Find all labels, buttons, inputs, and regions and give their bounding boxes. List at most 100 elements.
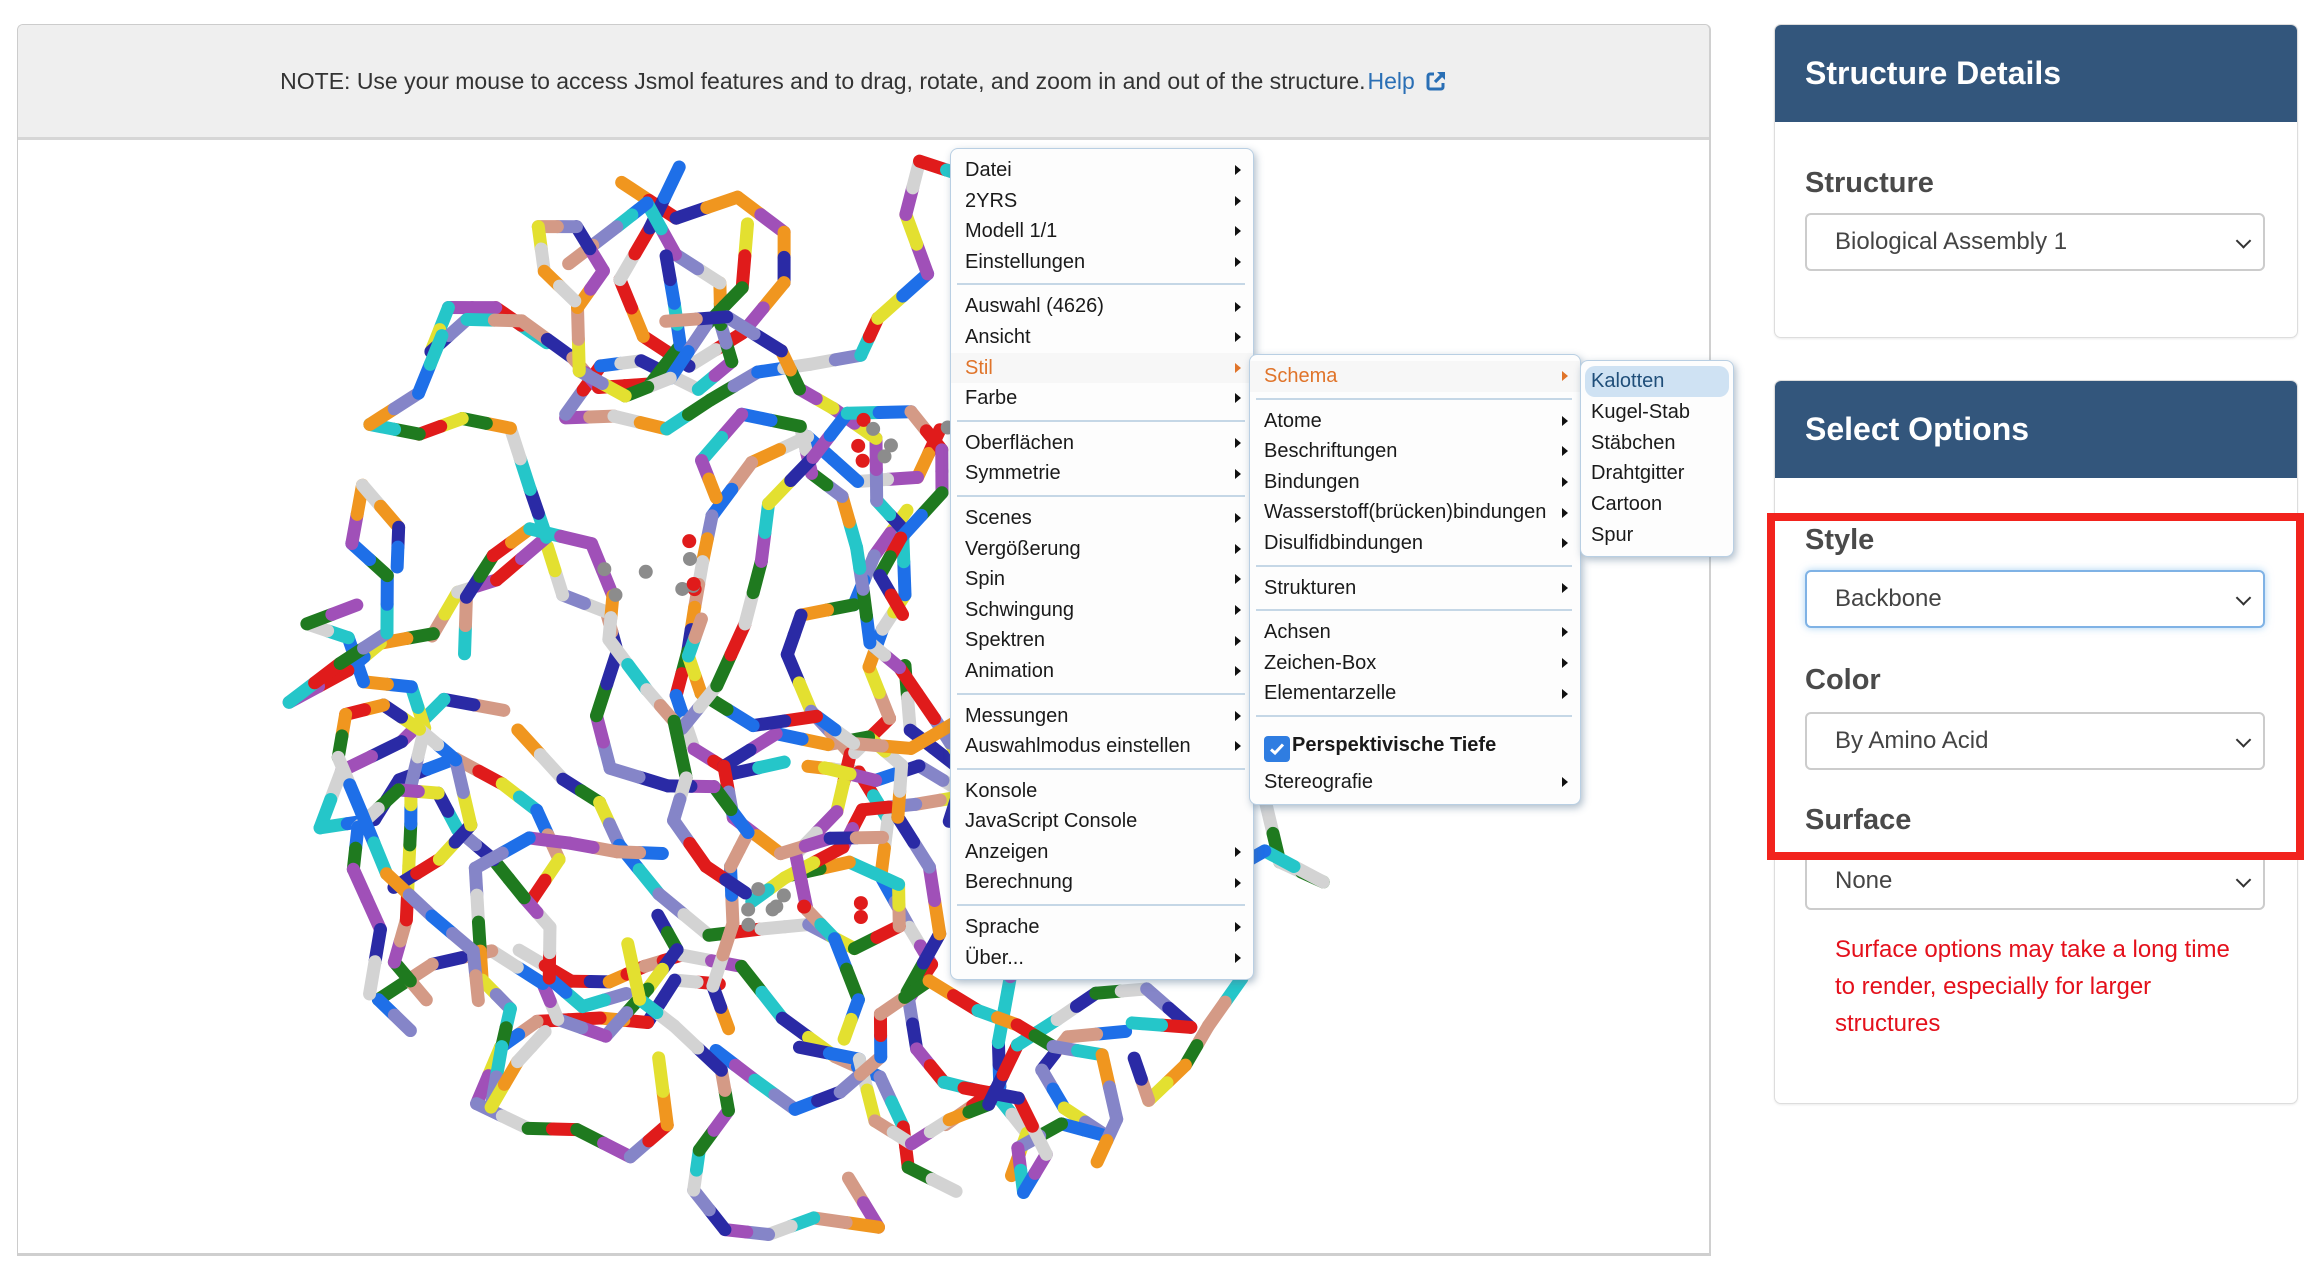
menu-item[interactable]: Über... — [951, 943, 1253, 974]
menu-separator — [1256, 714, 1572, 717]
menu-item[interactable]: Konsole — [951, 776, 1253, 807]
menu-item[interactable]: Anzeigen — [951, 837, 1253, 868]
backbone-segment — [702, 472, 723, 505]
menu-item[interactable]: Schwingung — [951, 595, 1253, 626]
menu-item-label: Symmetrie — [965, 462, 1061, 485]
submenu-arrow-icon — [1235, 438, 1241, 449]
menu-separator — [957, 283, 1245, 286]
schema-submenu[interactable]: Kalotten Kugel-Stab Stäbchen Drahtgitter Car… — [1580, 360, 1734, 557]
menu-item[interactable]: Vergößerung — [951, 534, 1253, 565]
note-text: NOTE: Use your mouse to access Jsmol fea… — [280, 67, 1366, 94]
submenu-arrow-icon — [1235, 847, 1241, 858]
help-link[interactable]: Help — [1368, 68, 1415, 95]
menu-item-label: Disulfidbindungen — [1264, 531, 1424, 554]
stil-submenu[interactable]: Schema Atome Beschriftungen Bindungen Wasser… — [1249, 354, 1581, 805]
structure-select[interactable]: Biological Assembly 1 — [1805, 213, 2265, 271]
backbone-segment — [1127, 1051, 1148, 1086]
menu-separator — [957, 767, 1245, 770]
menu-item-label: Vergößerung — [965, 537, 1081, 560]
backbone-segment — [1125, 1016, 1168, 1032]
menu-item[interactable]: Beschriftungen — [1250, 436, 1580, 467]
menu-item-label: Elementarzelle — [1264, 682, 1397, 705]
checkbox-checked-icon[interactable] — [1264, 735, 1290, 762]
menu-item[interactable]: Scenes — [951, 503, 1253, 534]
menu-item-label: Kalotten — [1591, 370, 1665, 392]
menu-item[interactable]: Berechnung — [951, 867, 1253, 898]
color-select[interactable]: By Amino Acid — [1805, 712, 2265, 770]
menu-item[interactable]: Perspektivische Tiefe — [1250, 723, 1580, 767]
submenu-arrow-icon — [1562, 446, 1568, 457]
menu-item[interactable]: 2YRS — [951, 186, 1253, 217]
menu-item[interactable]: Stereografie — [1250, 767, 1580, 798]
external-link-icon[interactable] — [1425, 70, 1447, 92]
menu-item[interactable]: Kalotten — [1585, 366, 1729, 397]
menu-separator — [957, 904, 1245, 907]
ligand-atom — [597, 562, 612, 577]
menu-item-label: Spur — [1591, 523, 1634, 546]
backbone-segment — [553, 279, 582, 308]
ligand-atom — [883, 438, 898, 453]
structure-label: Structure — [1805, 167, 1934, 199]
menu-item[interactable]: Drahtgitter — [1581, 458, 1733, 489]
submenu-arrow-icon — [1235, 922, 1241, 933]
submenu-arrow-icon — [1235, 952, 1241, 963]
surface-select[interactable]: None — [1805, 852, 2265, 910]
menu-item[interactable]: Bindungen — [1250, 467, 1580, 498]
menu-item[interactable]: Spur — [1581, 520, 1733, 551]
ligand-atom — [741, 917, 756, 932]
menu-item[interactable]: Auswahlmodus einstellen — [951, 731, 1253, 762]
menu-item[interactable]: Achsen — [1250, 617, 1580, 648]
ligand-atom — [751, 882, 766, 897]
menu-item[interactable]: Einstellungen — [951, 247, 1253, 278]
submenu-arrow-icon — [1235, 301, 1241, 312]
menu-item[interactable]: Spin — [951, 564, 1253, 595]
menu-item[interactable]: Disulfidbindungen — [1250, 528, 1580, 559]
menu-item[interactable]: Farbe — [951, 383, 1253, 414]
menu-item[interactable]: Wasserstoff(brücken)bindungen — [1250, 497, 1580, 528]
menu-item[interactable]: Sprache — [951, 912, 1253, 943]
submenu-arrow-icon — [1235, 574, 1241, 585]
menu-item[interactable]: Stäbchen — [1581, 428, 1733, 459]
ligand-atom — [851, 438, 866, 453]
menu-item[interactable]: Animation — [951, 656, 1253, 687]
menu-item[interactable]: Cartoon — [1581, 489, 1733, 520]
ligand-atom — [682, 534, 697, 549]
ligand-atom — [682, 551, 697, 566]
structure-select-value: Biological Assembly 1 — [1835, 228, 2068, 255]
menu-item[interactable]: Symmetrie — [951, 458, 1253, 489]
menu-item-label: Oberflächen — [965, 431, 1074, 454]
submenu-arrow-icon — [1562, 477, 1568, 488]
menu-item[interactable]: Modell 1/1 — [951, 216, 1253, 247]
backbone-segment — [325, 598, 364, 621]
menu-item[interactable]: Atome — [1250, 406, 1580, 437]
menu-item-label: Animation — [965, 659, 1054, 682]
menu-item[interactable]: JavaScript Console — [951, 806, 1253, 837]
menu-item[interactable]: Spektren — [951, 625, 1253, 656]
style-select[interactable]: Backbone — [1805, 570, 2265, 628]
select-options-panel: Select Options Style Backbone Color By A… — [1774, 380, 2298, 1104]
menu-item[interactable]: Datei — [951, 155, 1253, 186]
submenu-arrow-icon — [1235, 543, 1241, 554]
menu-item-label: JavaScript Console — [965, 810, 1138, 833]
menu-item[interactable]: Ansicht — [951, 322, 1253, 353]
menu-item[interactable]: Strukturen — [1250, 573, 1580, 604]
menu-item[interactable]: Stil — [951, 352, 1253, 384]
style-label: Style — [1805, 524, 1875, 556]
menu-item[interactable]: Zeichen-Box — [1250, 648, 1580, 679]
menu-item[interactable]: Schema — [1250, 361, 1580, 392]
menu-item[interactable]: Messungen — [951, 701, 1253, 732]
menu-item[interactable]: Elementarzelle — [1250, 678, 1580, 709]
menu-item-label: Stereografie — [1264, 770, 1373, 793]
submenu-arrow-icon — [1562, 582, 1568, 593]
menu-item[interactable]: Oberflächen — [951, 428, 1253, 459]
submenu-arrow-icon — [1235, 635, 1241, 646]
menu-item[interactable]: Auswahl (4626) — [951, 291, 1253, 322]
chevron-down-icon — [2235, 233, 2252, 249]
backbone-segment — [837, 1012, 858, 1046]
menu-item[interactable]: Kugel-Stab — [1581, 397, 1733, 428]
jsmol-context-menu[interactable]: Datei 2YRS Modell 1/1 Einstellungen Auswahl … — [950, 148, 1254, 981]
menu-item-label: Spin — [965, 568, 1006, 591]
menu-item-label: Atome — [1264, 409, 1322, 432]
submenu-arrow-icon — [1562, 688, 1568, 699]
structure-details-panel: Structure Details Structure Biological A… — [1774, 24, 2298, 338]
